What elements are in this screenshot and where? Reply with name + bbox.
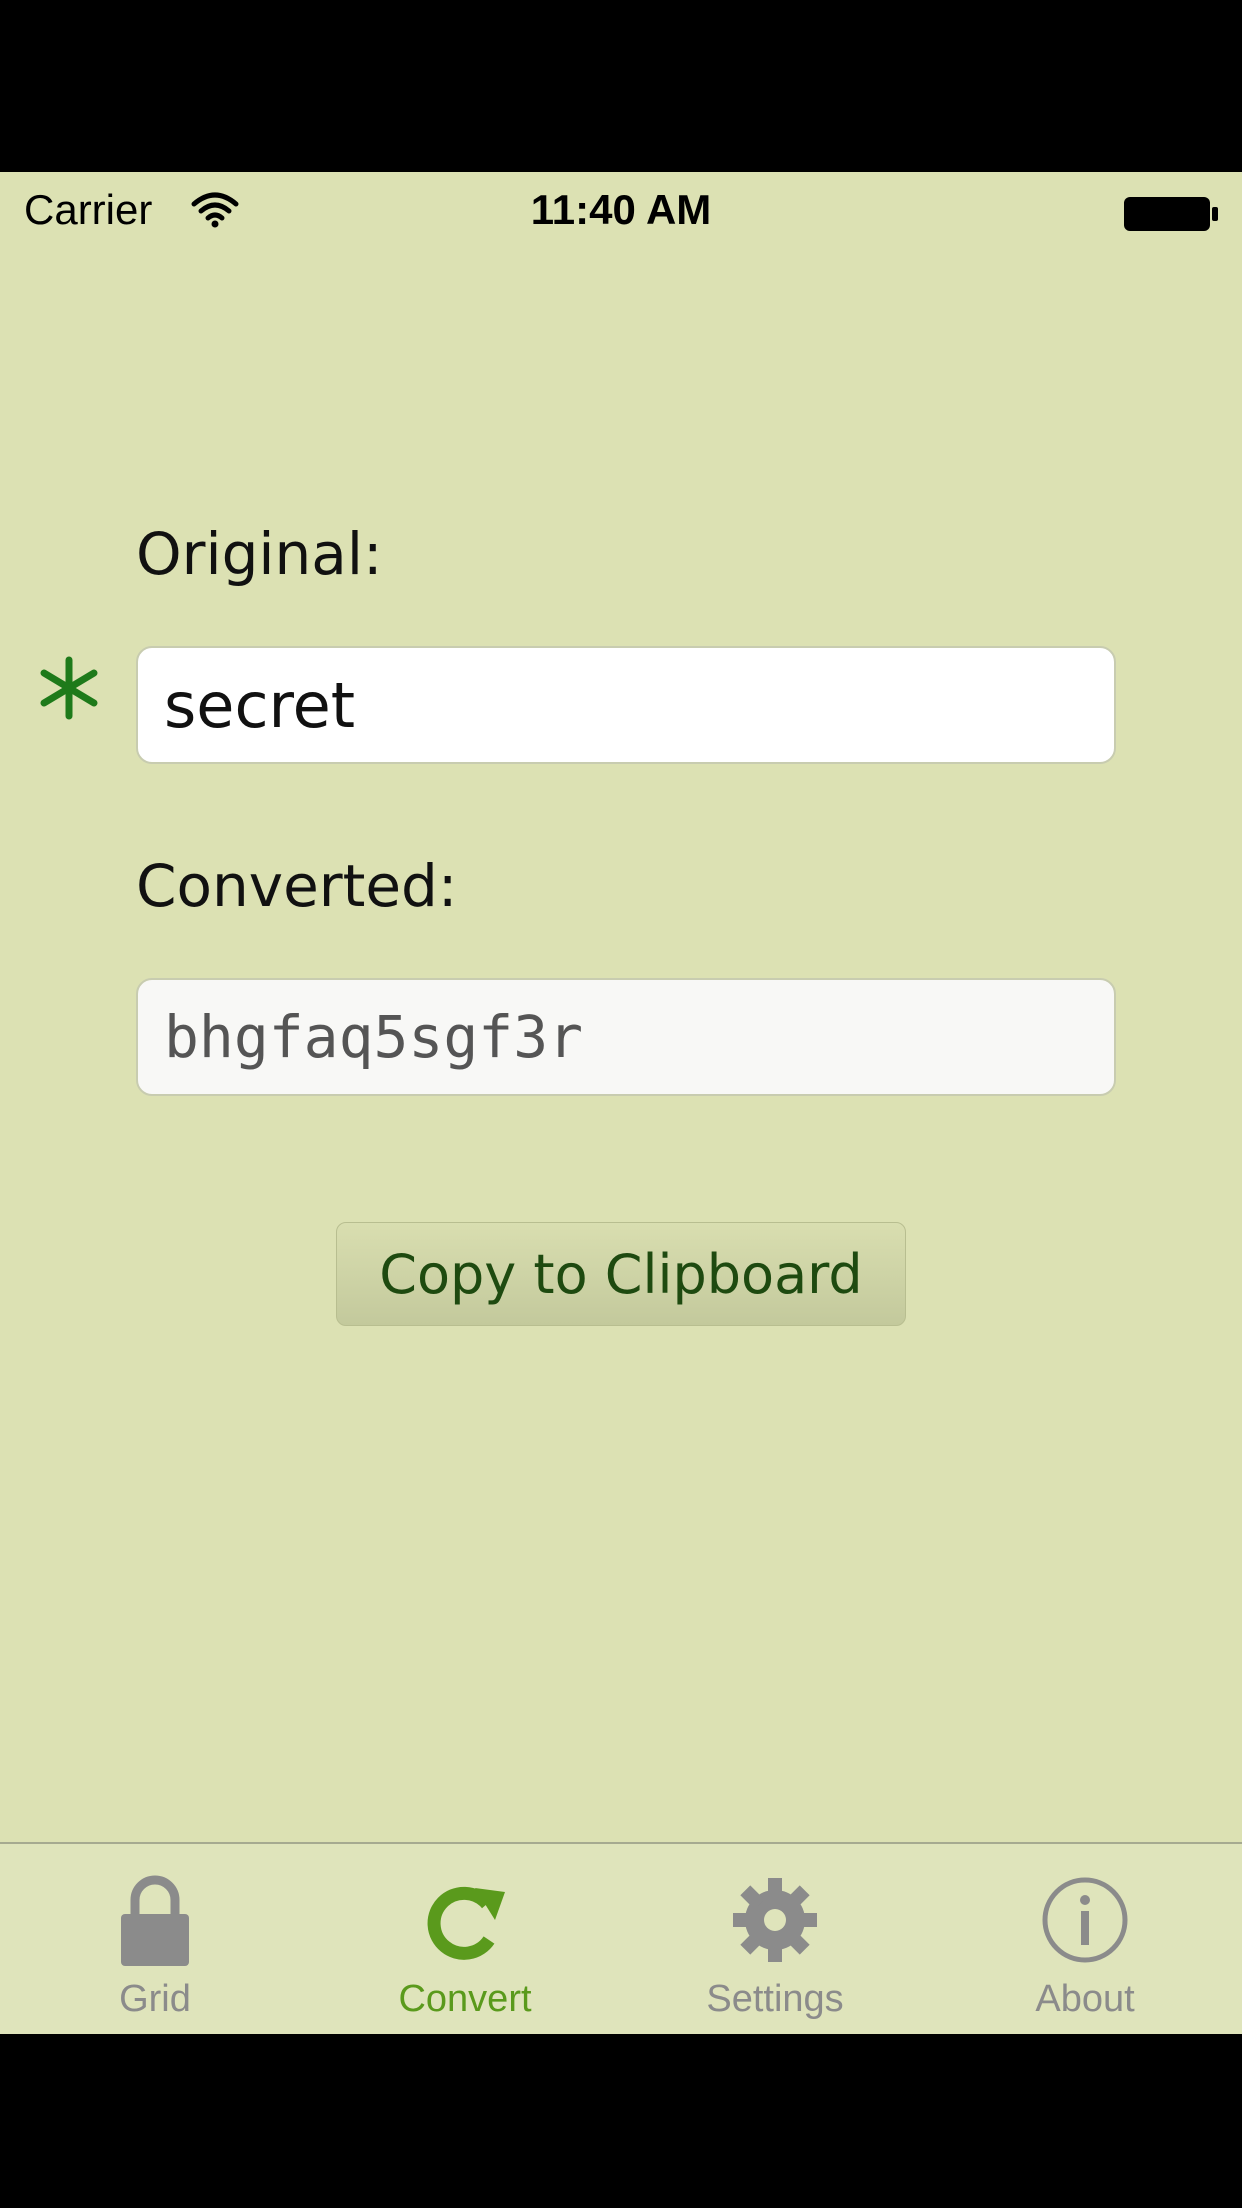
tab-bar: Grid Convert Settings About [0, 1842, 1242, 2034]
gear-icon [733, 1878, 817, 1962]
refresh-arrow-icon [427, 1886, 505, 1960]
converted-output-value: bhgfaq5sgf3r [164, 1003, 584, 1071]
tab-grid-label: Grid [119, 1978, 191, 2020]
original-label: Original: [136, 520, 383, 588]
asterisk-icon [40, 656, 98, 720]
original-input[interactable]: secret [136, 646, 1116, 764]
battery-icon [1124, 197, 1218, 231]
copy-to-clipboard-button[interactable]: Copy to Clipboard [336, 1222, 906, 1326]
info-icon [1042, 1877, 1128, 1963]
tab-about-label: About [1035, 1978, 1135, 2020]
lock-icon [121, 1875, 189, 1966]
tab-grid[interactable]: Grid [0, 1844, 310, 2034]
tab-convert[interactable]: Convert [310, 1844, 620, 2034]
tab-settings-label: Settings [706, 1978, 844, 2020]
convert-screen: Carrier 11:40 AM Original: secret Conver… [0, 172, 1242, 2034]
original-input-value: secret [164, 668, 356, 742]
converted-label: Converted: [136, 852, 458, 920]
tab-convert-label: Convert [398, 1978, 532, 2020]
status-bar: Carrier 11:40 AM [0, 172, 1242, 252]
converted-output[interactable]: bhgfaq5sgf3r [136, 978, 1116, 1096]
tab-about[interactable]: About [930, 1844, 1240, 2034]
status-time: 11:40 AM [530, 186, 712, 233]
tab-settings[interactable]: Settings [620, 1844, 930, 2034]
